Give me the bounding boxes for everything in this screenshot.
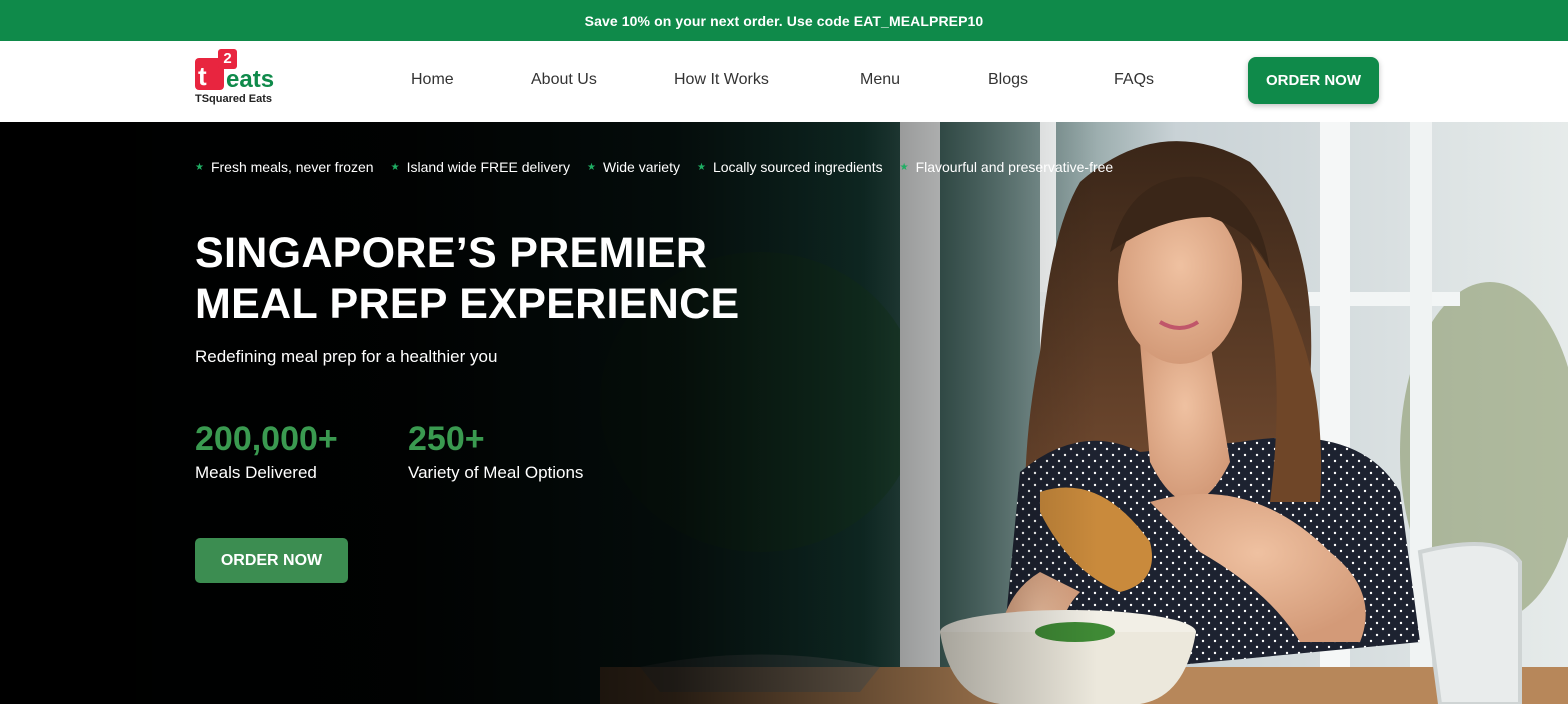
feature-item: ★ Fresh meals, never frozen bbox=[195, 159, 374, 175]
hero-gradient-overlay bbox=[0, 122, 1568, 704]
star-icon: ★ bbox=[195, 161, 204, 173]
star-icon: ★ bbox=[899, 161, 909, 173]
nav-blogs[interactable]: Blogs bbox=[988, 71, 1028, 89]
logo-subtitle: TSquared Eats bbox=[195, 93, 273, 105]
stat-meal-options: 250+ Variety of Meal Options bbox=[408, 419, 583, 483]
hero-title: SINGAPORE’S PREMIER MEAL PREP EXPERIENCE bbox=[195, 228, 895, 330]
stat-label: Meals Delivered bbox=[195, 463, 317, 482]
promo-bar: Save 10% on your next order. Use code EA… bbox=[0, 0, 1568, 41]
header-order-now-button[interactable]: ORDER NOW bbox=[1248, 57, 1379, 104]
star-icon: ★ bbox=[696, 161, 706, 173]
feature-item: ★ Wide variety bbox=[586, 159, 680, 175]
nav-faqs[interactable]: FAQs bbox=[1114, 71, 1154, 89]
feature-item: ★ Island wide FREE delivery bbox=[390, 159, 570, 175]
feature-item: ★ Flavourful and preservative-free bbox=[899, 159, 1114, 175]
nav-how-it-works[interactable]: How It Works bbox=[674, 71, 769, 89]
hero-subtitle: Redefining meal prep for a healthier you bbox=[195, 347, 498, 366]
site-header: t 2 eats TSquared Eats Home About Us How… bbox=[0, 41, 1568, 122]
nav-menu[interactable]: Menu bbox=[860, 71, 900, 89]
logo-wordmark: eats bbox=[226, 66, 275, 93]
feature-item: ★ Locally sourced ingredients bbox=[696, 159, 883, 175]
hero-title-line-2: MEAL PREP EXPERIENCE bbox=[195, 280, 740, 328]
star-icon: ★ bbox=[390, 161, 400, 173]
feature-list: ★ Fresh meals, never frozen ★ Island wid… bbox=[195, 159, 1130, 175]
star-icon: ★ bbox=[586, 161, 596, 173]
hero-order-now-button[interactable]: ORDER NOW bbox=[195, 538, 348, 583]
nav-home[interactable]: Home bbox=[411, 71, 454, 89]
hero-section: ★ Fresh meals, never frozen ★ Island wid… bbox=[0, 122, 1568, 704]
stat-label: Variety of Meal Options bbox=[408, 463, 584, 482]
stat-value: 200,000+ bbox=[195, 420, 338, 458]
stat-value: 250+ bbox=[408, 420, 485, 458]
hero-title-line-1: SINGAPORE’S PREMIER bbox=[195, 229, 708, 277]
promo-text: Save 10% on your next order. Use code EA… bbox=[584, 12, 984, 29]
stat-meals-delivered: 200,000+ Meals Delivered bbox=[195, 419, 338, 483]
nav-about-us[interactable]: About Us bbox=[531, 71, 597, 89]
logo[interactable]: t 2 eats TSquared Eats bbox=[195, 49, 285, 109]
